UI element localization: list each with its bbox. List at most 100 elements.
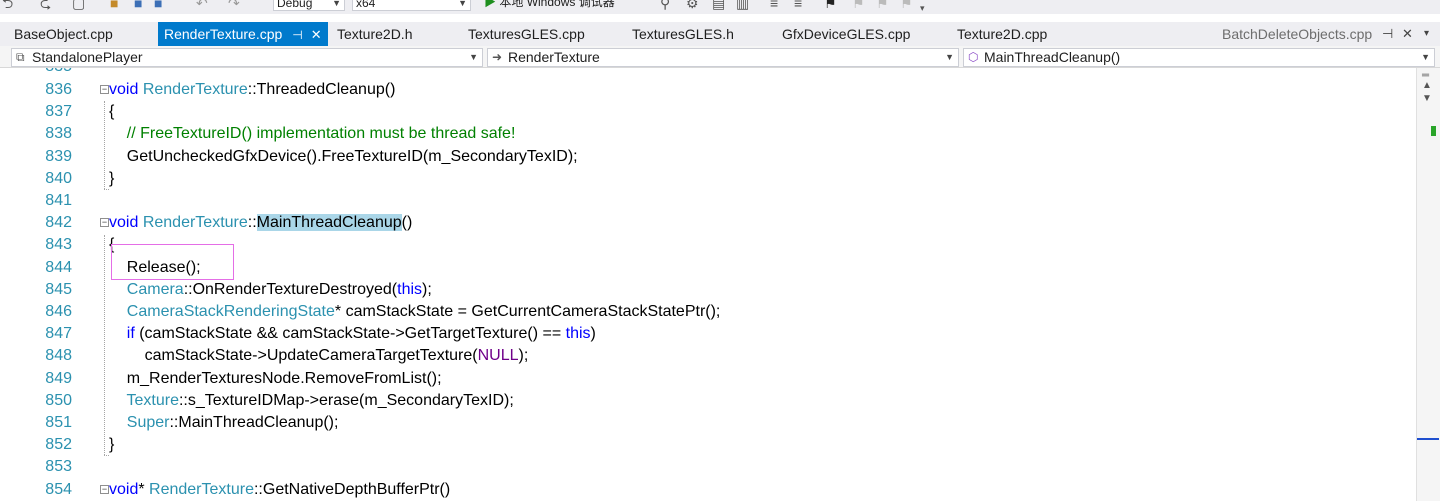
- platform-value: x64: [356, 0, 376, 10]
- line-number: 846: [45, 303, 72, 320]
- close-icon[interactable]: ✕: [311, 27, 322, 42]
- scroll-up-icon[interactable]: ▲: [1422, 80, 1432, 91]
- back-icon[interactable]: ⮌: [2, 0, 13, 11]
- code-line[interactable]: 837 {: [0, 101, 1416, 123]
- code-line[interactable]: 847 if (camStackState && camStackState->…: [0, 323, 1416, 345]
- vertical-scrollbar[interactable]: ═ ▲ ▼: [1416, 68, 1440, 501]
- new-item-icon[interactable]: ▢: [72, 0, 85, 11]
- uncomment-icon[interactable]: ≡: [794, 0, 802, 11]
- code-text: Camera::OnRenderTextureDestroyed(this);: [109, 279, 432, 301]
- code-token: ::ThreadedCleanup(): [247, 81, 396, 98]
- code-text: Texture::s_TextureIDMap->erase(m_Seconda…: [109, 390, 514, 412]
- collapse-icon[interactable]: −: [100, 218, 109, 228]
- code-line[interactable]: 838 // FreeTextureID() implementation mu…: [0, 123, 1416, 145]
- bookmark-prev-icon[interactable]: ⚑: [852, 0, 865, 11]
- code-line[interactable]: 854 − void* RenderTexture::GetNativeDepthB…: [0, 479, 1416, 501]
- code-editor[interactable]: 835 836−void RenderTexture::ThreadedClea…: [0, 68, 1416, 501]
- tab-rendertexture-cpp[interactable]: RenderTexture.cpp ⊣ ✕: [158, 22, 328, 46]
- tab-texture2d-cpp[interactable]: Texture2D.cpp: [957, 22, 1047, 46]
- project-dropdown[interactable]: ⧉ StandalonePlayer ▼: [11, 48, 483, 67]
- scope-dropdown[interactable]: ➜ RenderTexture ▼: [487, 48, 959, 67]
- collapse-icon[interactable]: −: [100, 85, 109, 94]
- tab-list-chevron-icon[interactable]: ▾: [1424, 22, 1429, 46]
- outline-guide: [104, 235, 106, 455]
- scroll-down-icon[interactable]: ▼: [1422, 93, 1432, 104]
- toolbar-icon[interactable]: ▥: [736, 0, 749, 11]
- code-text: void* RenderTexture::GetNativeDepthBuffe…: [109, 479, 450, 501]
- tab-texture2d-h[interactable]: Texture2D.h: [337, 22, 412, 46]
- line-number: 845: [45, 280, 72, 298]
- code-token: void: [109, 480, 139, 498]
- code-line[interactable]: 848 camStackState->UpdateCameraTargetTex…: [0, 345, 1416, 367]
- line-number: 844: [45, 258, 72, 276]
- code-line[interactable]: 841: [0, 190, 1416, 212]
- selection-box: [111, 244, 234, 280]
- tab-label: TexturesGLES.h: [632, 26, 734, 42]
- code-line[interactable]: 852}: [0, 434, 1416, 456]
- code-line[interactable]: 845 Camera::OnRenderTextureDestroyed(thi…: [0, 279, 1416, 301]
- platform-dropdown[interactable]: x64 ▼: [352, 0, 471, 11]
- tab-gfxdevicegles-cpp[interactable]: GfxDeviceGLES.cpp: [782, 22, 910, 46]
- outline-guide: [104, 101, 106, 189]
- configuration-dropdown[interactable]: Debug ▼: [273, 0, 345, 11]
- navigation-bar: ⧉ StandalonePlayer ▼ ➜ RenderTexture ▼ ⬡…: [0, 46, 1440, 68]
- code-line[interactable]: 842 − void RenderTexture::MainThreadCleanu…: [0, 212, 1416, 234]
- line-number: 842: [45, 214, 72, 232]
- code-line[interactable]: 840}: [0, 168, 1416, 190]
- member-dropdown[interactable]: ⬡ MainThreadCleanup() ▼: [963, 48, 1435, 67]
- code-text: {: [109, 101, 114, 123]
- pin-icon[interactable]: ⊣: [292, 28, 302, 42]
- code-line[interactable]: 853: [0, 456, 1416, 478]
- code-line[interactable]: 839 GetUncheckedGfxDevice().FreeTextureI…: [0, 146, 1416, 168]
- configuration-value: Debug: [277, 0, 313, 10]
- line-number: 839: [45, 147, 72, 165]
- tab-baseobject-cpp[interactable]: BaseObject.cpp: [14, 22, 113, 46]
- start-debugger-button[interactable]: ▶ 本地 Windows 调试器: [484, 0, 615, 10]
- code-line[interactable]: 846 CameraStackRenderingState* camStackS…: [0, 301, 1416, 323]
- code-text: // FreeTextureID() implementation must b…: [109, 123, 516, 145]
- save-all-icon[interactable]: ■: [154, 0, 162, 11]
- preview-tab-close-icon[interactable]: ✕: [1402, 22, 1413, 46]
- tab-batchdeleteobjects-cpp[interactable]: BatchDeleteObjects.cpp: [1222, 22, 1372, 46]
- collapse-icon[interactable]: −: [100, 484, 109, 494]
- line-number: 849: [45, 369, 72, 387]
- scope-value: RenderTexture: [508, 49, 600, 65]
- bookmark-clear-icon[interactable]: ⚑: [900, 0, 913, 11]
- code-token: ::s_TextureIDMap->erase(m_SecondaryTexID…: [178, 391, 514, 409]
- line-number: 835: [30, 68, 72, 78]
- document-tab-bar: BaseObject.cpp RenderTexture.cpp ⊣ ✕ Textu…: [0, 22, 1440, 46]
- toolbar-icon[interactable]: ▤: [712, 0, 725, 11]
- undo-icon[interactable]: ↶: [196, 0, 208, 11]
- code-line[interactable]: 851 Super::MainThreadCleanup();: [0, 412, 1416, 434]
- code-line[interactable]: 836 − void RenderTexture::ThreadedCleanup(…: [0, 79, 1416, 101]
- code-token: {: [109, 103, 115, 121]
- comment-icon[interactable]: ≡: [770, 0, 778, 11]
- bookmark-icon[interactable]: ⚑: [824, 0, 837, 11]
- tab-texturesgles-cpp[interactable]: TexturesGLES.cpp: [468, 22, 585, 46]
- code-token: Camera: [126, 280, 184, 298]
- open-folder-icon[interactable]: ■: [110, 0, 118, 11]
- save-icon[interactable]: ■: [134, 0, 142, 11]
- toolbar-icon[interactable]: ⚙: [686, 0, 699, 11]
- preview-tab-pin-icon[interactable]: ⊣: [1382, 22, 1393, 46]
- code-token: ): [590, 325, 596, 343]
- code-line[interactable]: 849 m_RenderTexturesNode.RemoveFromList(…: [0, 368, 1416, 390]
- find-icon[interactable]: ⚲: [660, 0, 670, 11]
- bookmark-next-icon[interactable]: ⚑: [876, 0, 889, 11]
- redo-icon[interactable]: ↷: [228, 0, 240, 11]
- code-text: }: [109, 168, 114, 190]
- code-token: if: [126, 325, 135, 343]
- line-number: 837: [45, 103, 72, 121]
- code-token: camStackState->UpdateCameraTargetTexture…: [109, 347, 478, 365]
- code-token: (): [401, 214, 413, 232]
- code-token: GetUncheckedGfxDevice().FreeTextureID(m_…: [109, 147, 578, 165]
- code-token: m_RenderTexturesNode.RemoveFromList();: [109, 369, 442, 387]
- outline-guide-end: [104, 455, 109, 457]
- forward-icon[interactable]: ⮎: [40, 0, 51, 11]
- code-token: NULL: [477, 347, 519, 365]
- tab-texturesgles-h[interactable]: TexturesGLES.h: [632, 22, 734, 46]
- chevron-down-icon[interactable]: ▾: [920, 0, 925, 14]
- line-number: 848: [45, 347, 72, 365]
- code-line[interactable]: 850 Texture::s_TextureIDMap->erase(m_Sec…: [0, 390, 1416, 412]
